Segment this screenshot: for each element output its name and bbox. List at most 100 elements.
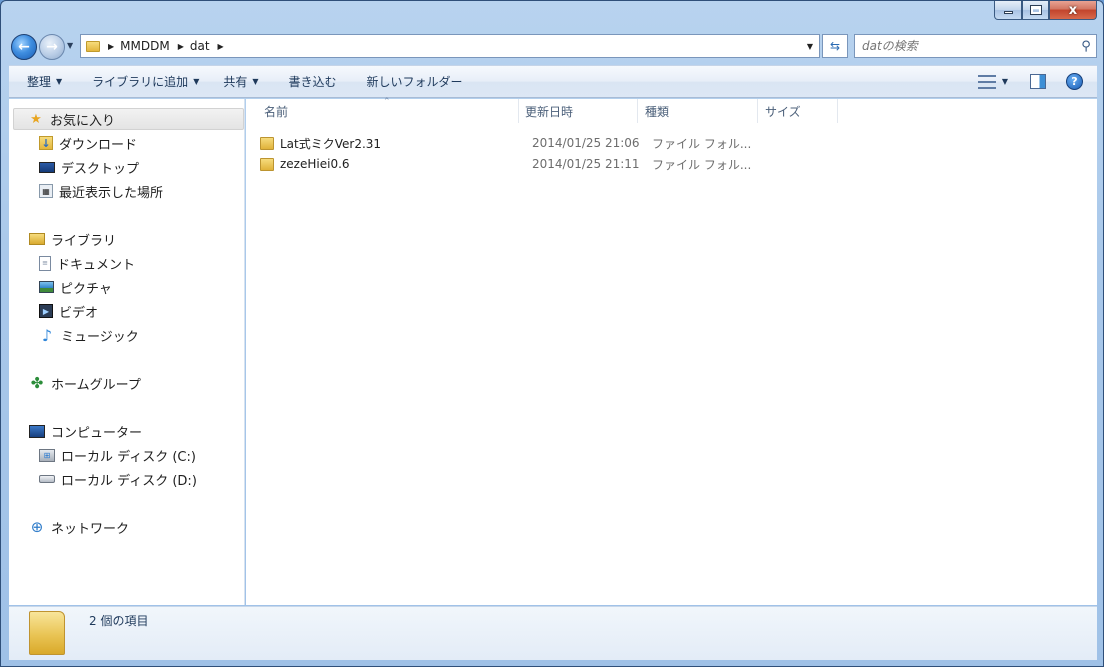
sidebar-item-disk-c[interactable]: ⊞ ローカル ディスク (C:) [39,444,196,466]
sidebar-item-pictures[interactable]: ピクチャ [39,276,112,298]
back-button[interactable]: ← [11,34,37,60]
new-folder-label: 新しいフォルダー [366,75,463,89]
forward-arrow-icon: → [46,39,58,55]
system-drive-icon: ⊞ [39,448,55,462]
table-row[interactable]: zezeHiei0.6 2014/01/25 21:11 ファイル フォル... [260,154,767,174]
sidebar-item-desktop[interactable]: デスクトップ [39,156,139,178]
navigation-pane: ★ お気に入り ↓ ダウンロード デスクトップ ▦ 最近表示した場所 ライブラリ… [9,99,245,605]
share-label: 共有 [223,75,248,89]
search-box[interactable]: ⚲ [854,34,1097,58]
sidebar-item-downloads[interactable]: ↓ ダウンロード [39,132,137,154]
details-pane: 2 個の項目 [9,606,1097,660]
add-to-library-button[interactable]: ライブラリに追加 ▼ [80,70,211,94]
share-button[interactable]: 共有 ▼ [211,70,270,94]
breadcrumb-separator-icon[interactable]: ▶ [178,42,184,51]
search-input[interactable] [855,36,1076,56]
close-button[interactable]: x [1049,1,1097,20]
folder-icon [86,40,100,52]
sidebar-item-libraries[interactable]: ライブラリ [29,228,116,250]
refresh-icon: ⇆ [829,39,841,53]
sidebar-item-recent[interactable]: ▦ 最近表示した場所 [39,180,163,202]
homegroup-icon: ✤ [30,374,44,392]
sidebar-item-label: デスクトップ [61,161,140,177]
view-options-icon[interactable] [977,74,996,89]
sidebar-item-label: ホームグループ [51,377,141,393]
column-header-name[interactable]: 名前 [256,99,519,123]
table-row[interactable]: Lat式ミクVer2.31 2014/01/25 21:06 ファイル フォル.… [260,133,767,153]
sidebar-item-label: ネットワーク [51,521,130,537]
file-name: zezeHiei0.6 [280,157,350,171]
preview-pane-icon[interactable] [1030,74,1046,89]
download-icon: ↓ [39,136,53,150]
search-icon[interactable]: ⚲ [1076,39,1096,54]
navigation-row: ← → ▼ ▶ MMDDM ▶ dat ▶ ▼ ⇆ ⚲ [9,32,1097,60]
chevron-down-icon[interactable]: ▼ [1002,77,1008,86]
folder-icon [260,157,274,171]
sidebar-item-music[interactable]: ♪ ミュージック [39,324,139,346]
file-date: 2014/01/25 21:11 [532,157,640,171]
breadcrumb-separator-icon[interactable]: ▶ [108,42,114,51]
close-icon: x [1068,2,1078,18]
address-bar[interactable]: ▶ MMDDM ▶ dat ▶ ▼ [80,34,820,58]
maximize-button[interactable] [1022,1,1049,20]
column-header-date[interactable]: 更新日時 [517,99,638,123]
breadcrumb-dat[interactable]: dat [190,39,210,53]
sidebar-item-label: ローカル ディスク (C:) [61,449,196,465]
add-to-library-label: ライブラリに追加 [92,75,189,89]
star-icon: ★ [30,111,42,127]
file-name: Lat式ミクVer2.31 [280,136,382,151]
file-date: 2014/01/25 21:06 [532,136,640,150]
drive-icon [39,475,55,483]
sidebar-item-favorites[interactable]: ★ お気に入り [13,108,244,130]
column-header-label: サイズ [765,104,801,119]
breadcrumb-mmddm[interactable]: MMDDM [120,39,170,53]
minimize-icon [1003,11,1013,14]
address-dropdown-icon[interactable]: ▼ [801,35,819,57]
maximize-icon [1030,6,1041,14]
help-icon[interactable]: ? [1066,73,1083,90]
sidebar-item-label: お気に入り [50,113,116,129]
organize-button[interactable]: 整理 ▼ [15,70,74,94]
column-header-label: 種類 [645,104,670,119]
forward-button[interactable]: → [39,34,65,60]
command-bar: 整理 ▼ ライブラリに追加 ▼ 共有 ▼ 書き込む 新しいフォルダー ▼ ? [9,65,1097,98]
sidebar-item-network[interactable]: ⊕ ネットワーク [29,516,129,538]
picture-icon [39,281,54,293]
column-header-label: 更新日時 [525,104,574,119]
network-icon: ⊕ [30,518,44,536]
chevron-down-icon: ▼ [252,77,259,86]
new-folder-button[interactable]: 新しいフォルダー [355,70,475,94]
folder-icon [260,136,274,150]
sidebar-item-disk-d[interactable]: ローカル ディスク (D:) [39,468,197,490]
sidebar-item-computer[interactable]: コンピューター [29,420,142,442]
recent-places-icon: ▦ [39,184,53,198]
burn-button[interactable]: 書き込む [277,70,349,94]
sidebar-item-label: 最近表示した場所 [59,185,164,201]
computer-icon [29,424,45,438]
refresh-button[interactable]: ⇆ [822,34,848,58]
sidebar-item-label: ライブラリ [51,233,117,249]
sidebar-item-label: ピクチャ [60,281,112,297]
sidebar-item-videos[interactable]: ▶ ビデオ [39,300,98,322]
desktop-icon [39,161,55,173]
sidebar-item-documents[interactable]: ≡ ドキュメント [39,252,135,274]
caption-buttons: x [994,1,1097,21]
chevron-down-icon: ▼ [193,77,200,86]
explorer-window: x ← → ▼ ▶ MMDDM ▶ dat ▶ ▼ ⇆ ⚲ 整理 ▼ ライブラリに… [0,0,1104,667]
sidebar-item-label: ビデオ [59,305,99,321]
minimize-button[interactable] [994,1,1022,20]
column-header-type[interactable]: 種類 [637,99,758,123]
video-icon: ▶ [39,304,53,318]
column-header-size[interactable]: サイズ [757,99,838,123]
burn-label: 書き込む [288,75,337,89]
sidebar-item-homegroup[interactable]: ✤ ホームグループ [29,372,141,394]
item-count: 2 個の項目 [89,614,149,628]
library-icon [29,233,45,245]
sidebar-item-label: ミュージック [61,329,139,345]
recent-pages-dropdown[interactable]: ▼ [67,41,73,50]
document-icon: ≡ [39,255,51,271]
file-type: ファイル フォル... [652,136,752,151]
column-header-label: 名前 [264,104,289,119]
breadcrumb-separator-icon[interactable]: ▶ [218,42,224,51]
back-arrow-icon: ← [18,39,30,55]
